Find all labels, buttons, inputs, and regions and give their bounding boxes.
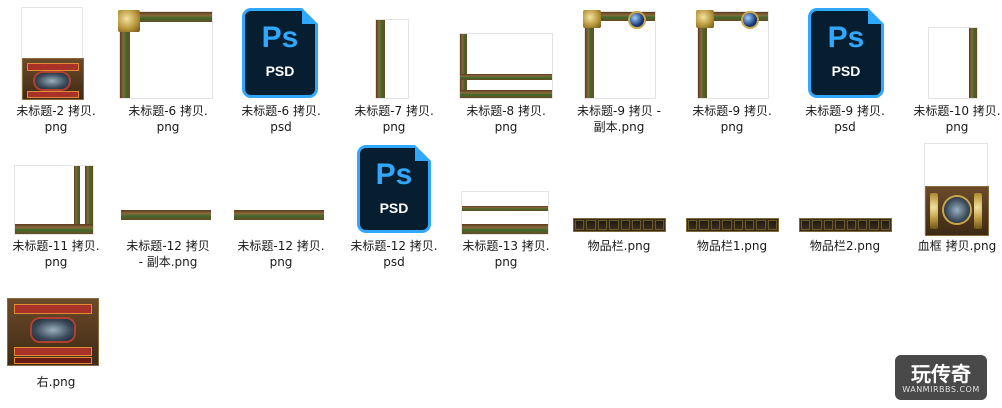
file-name: 血框 拷贝.png	[917, 239, 997, 253]
file-item[interactable]: 未标题-7 拷贝. png	[338, 0, 450, 150]
image-thumbnail	[789, 140, 901, 232]
file-item[interactable]: 未标题-2 拷贝. png	[0, 0, 112, 150]
image-thumbnail	[563, 140, 675, 232]
image-thumbnail	[901, 0, 1002, 98]
file-item[interactable]: 未标题-12 拷贝. png	[225, 140, 337, 275]
photoshop-icon: Ps PSD	[811, 8, 884, 95]
file-name: 物品栏.png	[587, 239, 651, 253]
file-item[interactable]: 血框 拷贝.png	[901, 140, 1002, 275]
file-item[interactable]: 未标题-10 拷贝. png	[901, 0, 1002, 150]
file-name: 未标题-2 拷贝. png	[16, 104, 96, 134]
image-thumbnail	[112, 140, 224, 230]
image-thumbnail	[225, 140, 337, 230]
file-item[interactable]: Ps PSD 未标题-12 拷贝. psd	[338, 140, 450, 275]
file-name: 未标题-7 拷贝. png	[354, 104, 434, 134]
inventory-bar-graphic	[573, 218, 666, 232]
file-item[interactable]: 未标题-8 拷贝. png	[450, 0, 562, 150]
watermark-title: 玩传奇	[911, 362, 971, 386]
file-name: 未标题-6 拷贝. psd	[241, 104, 321, 134]
image-thumbnail	[338, 0, 450, 98]
image-thumbnail	[676, 140, 788, 232]
file-item[interactable]: 未标题-9 拷贝 - 副本.png	[563, 0, 675, 150]
psd-thumbnail: Ps PSD	[789, 0, 901, 95]
file-item[interactable]: 未标题-6 拷贝. png	[112, 0, 224, 150]
image-thumbnail	[901, 140, 1002, 236]
file-item[interactable]: 右.png	[0, 290, 112, 400]
file-item[interactable]: 物品栏1.png	[676, 140, 788, 275]
inventory-bar-graphic	[799, 218, 892, 232]
file-name: 未标题-12 拷贝 - 副本.png	[126, 239, 210, 269]
file-name: 未标题-12 拷贝. psd	[350, 239, 438, 269]
file-name: 右.png	[36, 375, 76, 389]
file-item[interactable]: Ps PSD 未标题-6 拷贝. psd	[225, 0, 337, 150]
file-name: 未标题-9 拷贝. png	[692, 104, 772, 134]
inventory-bar-graphic	[686, 218, 779, 232]
file-name: 未标题-6 拷贝. png	[128, 104, 208, 134]
file-item[interactable]: Ps PSD 未标题-9 拷贝. psd	[789, 0, 901, 150]
watermark-subtitle: WANMIRBBS.COM	[902, 385, 980, 394]
psd-thumbnail: Ps PSD	[225, 0, 337, 95]
file-name: 未标题-11 拷贝. png	[12, 239, 100, 269]
file-name: 未标题-8 拷贝. png	[466, 104, 546, 134]
file-name: 未标题-9 拷贝 - 副本.png	[577, 104, 661, 134]
image-thumbnail	[0, 0, 112, 100]
image-thumbnail	[0, 140, 112, 234]
photoshop-icon: Ps PSD	[245, 8, 318, 95]
file-name: 未标题-12 拷贝. png	[237, 239, 325, 269]
site-watermark-logo: 玩传奇 WANMIRBBS.COM	[895, 355, 987, 400]
image-thumbnail	[676, 0, 788, 98]
file-name: 物品栏2.png	[809, 239, 881, 253]
file-item[interactable]: 物品栏.png	[563, 140, 675, 275]
file-item[interactable]: 未标题-9 拷贝. png	[676, 0, 788, 150]
file-name: 物品栏1.png	[696, 239, 768, 253]
image-thumbnail	[112, 0, 224, 98]
image-thumbnail	[450, 140, 562, 234]
file-item[interactable]: 未标题-12 拷贝 - 副本.png	[112, 140, 224, 275]
file-item[interactable]: 未标题-11 拷贝. png	[0, 140, 112, 275]
image-thumbnail	[0, 290, 112, 380]
psd-thumbnail: Ps PSD	[338, 140, 450, 230]
file-name: 未标题-13 拷贝. png	[462, 239, 550, 269]
file-name: 未标题-9 拷贝. psd	[805, 104, 885, 134]
image-thumbnail	[450, 0, 562, 98]
photoshop-icon: Ps PSD	[360, 145, 431, 230]
file-item[interactable]: 未标题-13 拷贝. png	[450, 140, 562, 275]
file-item[interactable]: 物品栏2.png	[789, 140, 901, 275]
file-name: 未标题-10 拷贝. png	[913, 104, 1001, 134]
image-thumbnail	[563, 0, 675, 98]
